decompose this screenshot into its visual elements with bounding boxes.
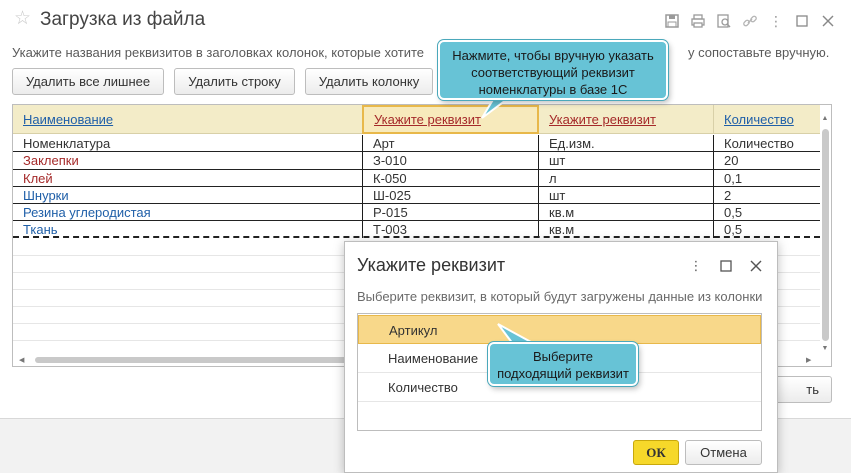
cancel-button[interactable]: Отмена <box>685 440 762 465</box>
scroll-down-icon[interactable]: ▼ <box>821 345 829 353</box>
scroll-right-icon[interactable]: ▶ <box>806 356 811 364</box>
table-end-divider <box>13 236 820 238</box>
maximize-icon[interactable] <box>789 10 815 32</box>
close-icon[interactable] <box>815 10 841 32</box>
maximize-icon[interactable] <box>711 256 741 276</box>
instruction-text: Укажите названия реквизитов в заголовках… <box>12 45 829 60</box>
remove-column-button[interactable]: Удалить колонку <box>305 68 433 95</box>
horizontal-scroll-thumb[interactable] <box>35 357 365 363</box>
more-icon[interactable]: ⋮ <box>681 256 711 276</box>
table-cell[interactable]: Шнурки <box>13 187 363 204</box>
remove-row-button[interactable]: Удалить строку <box>174 68 295 95</box>
column-header-quantity[interactable]: Количество <box>714 105 820 134</box>
table-subheader-row: Номенклатура Арт Ед.изм. Количество <box>13 135 820 152</box>
print-icon[interactable] <box>685 10 711 32</box>
preview-icon[interactable] <box>711 10 737 32</box>
more-icon[interactable]: ⋮ <box>763 10 789 32</box>
title-bar-icons: ⋮ <box>659 10 841 32</box>
table-cell[interactable]: 2 <box>714 187 820 204</box>
column-header-select-attribute-2[interactable]: Укажите реквизит <box>539 105 714 134</box>
table-header-row: Наименование Укажите реквизит Укажите ре… <box>13 105 820 134</box>
table-row[interactable]: Резина углеродистая Р-015 кв.м 0,5 <box>13 204 820 221</box>
column-header-name[interactable]: Наименование <box>13 105 363 134</box>
table-cell[interactable]: 20 <box>714 152 820 169</box>
table-cell[interactable]: Клей <box>13 170 363 187</box>
table-cell[interactable]: Р-015 <box>363 204 539 221</box>
table-cell[interactable]: кв.м <box>539 204 714 221</box>
table-cell[interactable]: Количество <box>714 135 820 152</box>
table-cell[interactable]: К-050 <box>363 170 539 187</box>
table-cell[interactable]: З-010 <box>363 152 539 169</box>
scroll-up-icon[interactable]: ▲ <box>821 115 829 123</box>
table-row[interactable]: Клей К-050 л 0,1 <box>13 170 820 187</box>
favorite-star-icon[interactable]: ☆ <box>14 9 31 29</box>
table-cell[interactable]: Резина углеродистая <box>13 204 363 221</box>
table-cell[interactable]: 0,1 <box>714 170 820 187</box>
table-cell[interactable]: Заклепки <box>13 152 363 169</box>
window-title: Загрузка из файла <box>40 9 206 30</box>
table-cell[interactable]: шт <box>539 152 714 169</box>
scroll-left-icon[interactable]: ◀ <box>19 356 24 364</box>
table-cell[interactable]: Ш-025 <box>363 187 539 204</box>
dialog-title: Укажите реквизит <box>357 255 506 275</box>
table-cell[interactable]: Арт <box>363 135 539 152</box>
vertical-scroll-thumb[interactable] <box>822 129 829 341</box>
dialog-callout-box: Выберите подходящий реквизит <box>488 342 638 386</box>
save-icon[interactable] <box>659 10 685 32</box>
table-cell[interactable]: л <box>539 170 714 187</box>
close-icon[interactable] <box>741 256 771 276</box>
list-item[interactable]: Артикул <box>358 315 761 344</box>
table-cell[interactable]: Номенклатура <box>13 135 363 152</box>
table-cell[interactable]: 0,5 <box>714 204 820 221</box>
vertical-scrollbar[interactable]: ▲ ▼ <box>821 115 829 353</box>
table-row[interactable]: Шнурки Ш-025 шт 2 <box>13 187 820 204</box>
table-cell[interactable]: Ед.изм. <box>539 135 714 152</box>
title-bar: ☆ Загрузка из файла ⋮ <box>0 0 851 40</box>
remove-extra-button[interactable]: Удалить все лишнее <box>12 68 164 95</box>
table-cell[interactable]: шт <box>539 187 714 204</box>
ok-button[interactable]: ОК <box>633 440 679 465</box>
dialog-title-icons: ⋮ <box>681 256 771 276</box>
dialog-hint: Выберите реквизит, в который будут загру… <box>357 289 763 304</box>
table-row[interactable]: Заклепки З-010 шт 20 <box>13 152 820 169</box>
instruction-text-start: Укажите названия реквизитов в заголовках… <box>12 45 425 60</box>
link-icon[interactable] <box>737 10 763 32</box>
instruction-text-end: у сопоставьте вручную. <box>688 45 830 60</box>
header-callout-box: Нажмите, чтобы вручную указать соответст… <box>438 40 668 100</box>
